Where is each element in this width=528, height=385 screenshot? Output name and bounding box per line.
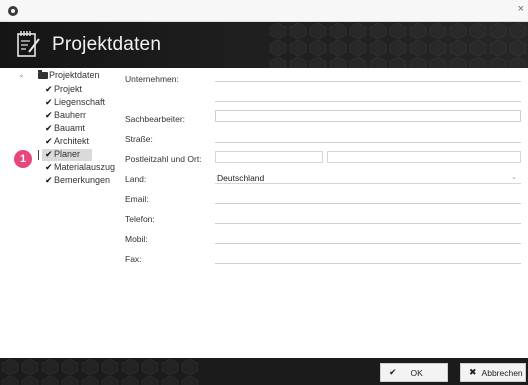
strasse-field[interactable] (215, 131, 521, 143)
tree-item-label: Planer (54, 149, 81, 159)
telefon-field[interactable] (215, 212, 521, 224)
tree-item-projekt[interactable]: ✔Projekt (45, 84, 82, 96)
telefon-label: Telefon: (125, 214, 155, 224)
strasse-label: Straße: (125, 134, 153, 144)
sachbearbeiter-field[interactable] (215, 110, 521, 122)
tree-item-liegenschaft[interactable]: ✔Liegenschaft (45, 97, 105, 109)
tree-root-label: Projektdaten (49, 70, 100, 80)
check-icon: ✔ (45, 175, 53, 185)
fax-label: Fax: (125, 254, 142, 264)
page-title: Projektdaten (52, 34, 162, 55)
tree-item-architekt[interactable]: ✔Architekt (45, 136, 89, 148)
check-icon: ✔ (45, 110, 53, 120)
land-select[interactable]: Deutschland ⌄ (215, 172, 521, 184)
mobil-label: Mobil: (125, 234, 148, 244)
hexagon-pattern-decoration (0, 358, 200, 385)
tree-item-bauherr[interactable]: ✔Bauherr (45, 110, 86, 122)
ok-button[interactable]: ✔ OK (380, 363, 448, 382)
folder-icon (38, 70, 48, 79)
close-icon[interactable]: × (518, 3, 524, 15)
app-logo-icon (8, 6, 18, 16)
mobil-field[interactable] (215, 232, 521, 244)
tree-item-materialauszug[interactable]: ✔Materialauszug (45, 162, 115, 174)
check-icon: ✔ (45, 136, 53, 146)
chevron-down-icon[interactable]: ⌄ (18, 70, 25, 79)
land-label: Land: (125, 174, 147, 184)
check-icon: ✔ (45, 162, 53, 172)
tree-item-planer[interactable]: ✔Planer (37, 149, 93, 161)
dialog-header: Projektdaten (0, 22, 528, 68)
email-field[interactable] (215, 192, 521, 204)
plz-ort-label: Postleitzahl und Ort: (125, 154, 202, 164)
check-icon: ✔ (45, 97, 53, 107)
postleitzahl-field[interactable] (215, 151, 323, 163)
unternehmen-field-1[interactable] (215, 70, 521, 82)
ort-field[interactable] (327, 151, 521, 163)
dialog-footer: ✔ OK ✖ Abbrechen (0, 358, 528, 385)
check-icon: ✔ (45, 123, 53, 133)
check-icon: ✔ (45, 84, 53, 94)
tree-item-bauamt[interactable]: ✔Bauamt (45, 123, 85, 135)
tree-item-bemerkungen[interactable]: ✔Bemerkungen (45, 175, 110, 187)
unternehmen-label: Unternehmen: (125, 74, 179, 84)
tree-item-label: Bauamt (54, 123, 86, 133)
check-icon: ✔ (45, 149, 53, 159)
unternehmen-field-2[interactable] (215, 90, 521, 102)
tree-item-label: Bemerkungen (54, 175, 111, 185)
tree-item-label: Bauherr (54, 110, 87, 120)
email-label: Email: (125, 194, 149, 204)
step-badge: 1 (14, 150, 32, 168)
cancel-button[interactable]: ✖ Abbrechen (460, 363, 526, 382)
window-titlebar: × (0, 0, 528, 22)
ok-button-label: OK (410, 367, 423, 378)
edit-document-icon (17, 31, 40, 57)
land-value: Deutschland (217, 173, 265, 183)
tree-item-label: Liegenschaft (54, 97, 106, 107)
hexagon-pattern-decoration (268, 22, 528, 68)
sachbearbeiter-label: Sachbearbeiter: (125, 114, 186, 124)
chevron-down-icon[interactable]: ⌄ (511, 172, 517, 184)
close-icon: ✖ (469, 367, 477, 377)
tree-item-label: Projekt (54, 84, 83, 94)
check-icon: ✔ (389, 367, 397, 377)
tree-item-label: Architekt (54, 136, 90, 146)
fax-field[interactable] (215, 252, 521, 264)
tree-item-label: Materialauszug (54, 162, 116, 172)
cancel-button-label: Abbrechen (481, 367, 523, 378)
